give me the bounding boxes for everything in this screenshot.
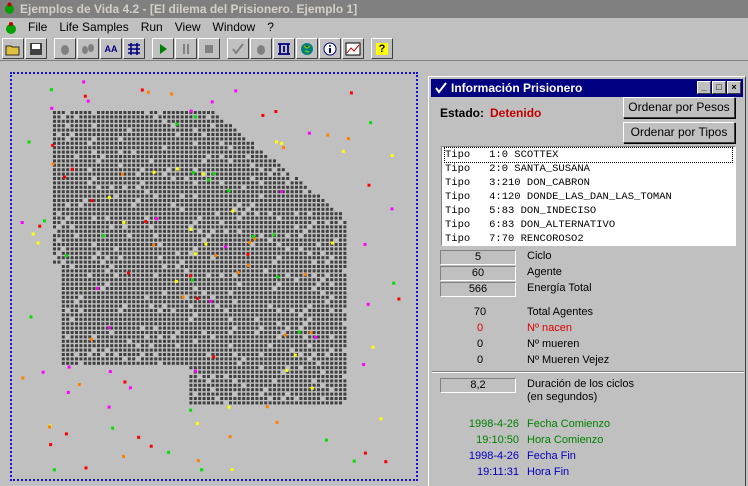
pause-button[interactable] [175, 38, 197, 59]
check-button[interactable] [227, 38, 249, 59]
menu-window[interactable]: Window [207, 18, 262, 37]
globe-button[interactable] [296, 38, 318, 59]
close-button[interactable]: × [727, 81, 741, 94]
list-item[interactable]: Tipo 4:120 DONDE_LAS_DAN_LAS_TOMAN [445, 190, 732, 204]
info-panel-window: Información Prisionero _ □ × Estado: Dete… [428, 76, 746, 486]
duracion-value: 8,2 [440, 378, 516, 393]
play-button[interactable] [152, 38, 174, 59]
estado-label: Estado: [440, 106, 484, 120]
stop-button[interactable] [198, 38, 220, 59]
save-button[interactable] [25, 38, 47, 59]
stop-icon [204, 44, 214, 54]
hora-fin-value: 19:11:31 [429, 466, 519, 478]
total-agentes-value: 70 [450, 306, 510, 318]
agente-value: 60 [440, 266, 516, 281]
font-button[interactable]: AA [100, 38, 122, 59]
menu-file[interactable]: File [22, 18, 53, 37]
agents-icon [80, 42, 96, 56]
network-button[interactable] [273, 38, 295, 59]
list-item[interactable]: Tipo 7:70 RENCOROSO2 [445, 232, 732, 246]
agent-icon [255, 42, 267, 56]
agent2-button[interactable] [250, 38, 272, 59]
order-by-type-button[interactable]: Ordenar por Tipos [623, 122, 735, 143]
fecha-fin-label: Fecha Fin [527, 450, 576, 462]
network-icon [276, 42, 292, 56]
info-button[interactable] [319, 38, 341, 59]
fecha-comienzo-value: 1998-4-26 [429, 418, 519, 430]
hora-fin-label: Hora Fin [527, 466, 569, 478]
list-item[interactable]: Tipo 5:83 DON_INDECISO [445, 204, 732, 218]
menu-bar: File Life Samples Run View Window ? [0, 18, 748, 37]
info-icon [323, 42, 337, 56]
types-list[interactable]: Tipo 1:0 SCOTTEX Tipo 2:0 SANTA_SUSANA T… [441, 146, 736, 246]
grid-button[interactable] [123, 38, 145, 59]
help-button[interactable]: ? [371, 38, 393, 59]
agent-icon [59, 42, 71, 56]
play-icon [158, 43, 168, 55]
menu-view[interactable]: View [169, 18, 207, 37]
app-icon [3, 2, 16, 15]
hora-comienzo-label: Hora Comienzo [527, 434, 603, 446]
agent-grid [12, 74, 416, 479]
agents-button[interactable] [77, 38, 99, 59]
grid-icon [126, 42, 142, 56]
estado-value: Detenido [490, 106, 541, 120]
nacen-label: Nº nacen [527, 322, 572, 334]
estado-row: Estado: Detenido [440, 106, 541, 120]
help-icon: ? [376, 43, 389, 55]
list-item[interactable]: Tipo 3:210 DON_CABRON [445, 176, 732, 190]
energia-value: 566 [440, 282, 516, 297]
open-button[interactable] [2, 38, 24, 59]
globe-icon [300, 42, 314, 56]
panel-title-bar: Información Prisionero _ □ × [431, 79, 743, 97]
toolbar: AA ? [0, 37, 748, 61]
list-item[interactable]: Tipo 2:0 SANTA_SUSANA [445, 162, 732, 176]
total-agentes-label: Total Agentes [527, 306, 593, 318]
ciclo-label: Ciclo [527, 250, 551, 262]
chart-button[interactable] [342, 38, 364, 59]
font-icon: AA [105, 44, 118, 54]
chart-icon [345, 42, 361, 56]
nacen-value: 0 [450, 322, 510, 334]
order-by-weight-button[interactable]: Ordenar por Pesos [623, 97, 735, 118]
check-icon [231, 42, 245, 56]
app-title-bar: Ejemplos de Vida 4.2 - [El dilema del Pr… [0, 0, 748, 18]
pause-icon [181, 43, 191, 55]
doc-icon [4, 21, 18, 35]
menu-run[interactable]: Run [135, 18, 169, 37]
mueren-vejez-label: Nº Mueren Vejez [527, 354, 609, 366]
hora-comienzo-value: 19:10:50 [429, 434, 519, 446]
save-icon [29, 42, 43, 56]
agent-button[interactable] [54, 38, 76, 59]
duracion-label: Duración de los ciclos [527, 378, 634, 390]
simulation-canvas[interactable] [10, 72, 418, 481]
agente-label: Agente [527, 266, 562, 278]
mueren-value: 0 [450, 338, 510, 350]
check-icon [435, 82, 447, 94]
divider [432, 371, 744, 373]
minimize-button[interactable]: _ [697, 81, 711, 94]
duracion-unit-label: (en segundos) [527, 391, 597, 403]
list-item[interactable]: Tipo 1:0 SCOTTEX [445, 148, 732, 162]
mueren-vejez-value: 0 [450, 354, 510, 366]
fecha-comienzo-label: Fecha Comienzo [527, 418, 610, 430]
fecha-fin-value: 1998-4-26 [429, 450, 519, 462]
mueren-label: Nº mueren [527, 338, 579, 350]
panel-title: Información Prisionero [451, 81, 582, 95]
window-title: Ejemplos de Vida 4.2 - [El dilema del Pr… [20, 2, 357, 16]
energia-label: Energía Total [527, 282, 592, 294]
open-icon [5, 42, 21, 56]
maximize-button[interactable]: □ [712, 81, 726, 94]
ciclo-value: 5 [440, 250, 516, 265]
menu-help[interactable]: ? [261, 18, 280, 37]
menu-life-samples[interactable]: Life Samples [53, 18, 134, 37]
list-item[interactable]: Tipo 6:83 DON_ALTERNATIVO [445, 218, 732, 232]
